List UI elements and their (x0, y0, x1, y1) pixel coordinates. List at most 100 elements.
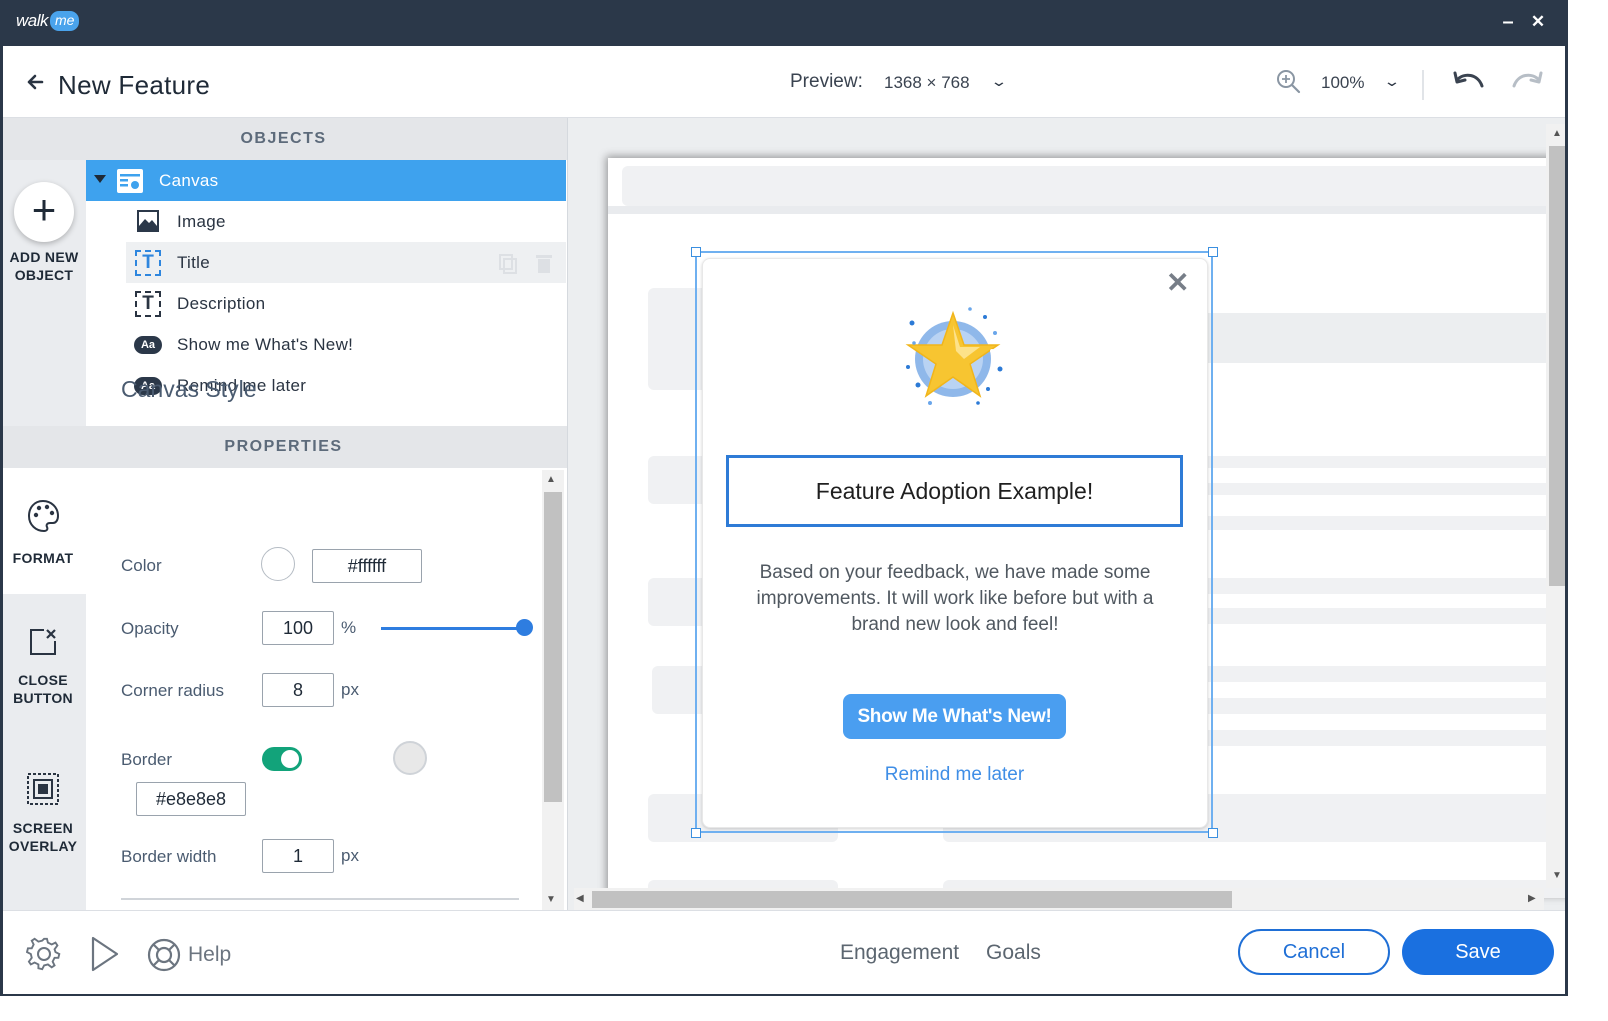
object-item-description[interactable]: T Description (86, 283, 566, 324)
mock-line (1168, 698, 1588, 714)
scroll-right-arrow-icon[interactable]: ▶ (1528, 893, 1536, 904)
window-border (0, 46, 3, 996)
objects-heading: OBJECTS (0, 118, 567, 160)
opacity-unit: % (341, 618, 357, 637)
object-item-title[interactable]: T Title (126, 242, 566, 283)
tab-overlay-line2: OVERLAY (8, 838, 78, 854)
image-icon (137, 210, 159, 232)
border-width-unit: px (341, 846, 359, 865)
logo-text-walk: walk (16, 11, 49, 30)
border-width-input[interactable]: 1 (262, 839, 334, 873)
minimize-button[interactable]: – (1497, 10, 1519, 34)
outside-area (0, 996, 1608, 1021)
object-item-canvas[interactable]: Canvas (86, 160, 566, 201)
play-preview-icon[interactable] (90, 936, 120, 972)
zoom-chevron-down-icon[interactable]: ⌄ (1383, 73, 1401, 90)
left-panel: OBJECTS + ADD NEW OBJECT Canvas Image T … (0, 118, 568, 910)
object-item-image[interactable]: Image (86, 201, 566, 242)
screen-overlay-icon (27, 773, 59, 805)
cancel-button[interactable]: Cancel (1238, 929, 1390, 975)
preview-horizontal-thumb[interactable] (592, 891, 1232, 908)
scroll-down-arrow-icon[interactable]: ▼ (546, 894, 556, 905)
opacity-slider-track[interactable] (381, 627, 525, 630)
mock-line (1168, 578, 1588, 594)
zoom-in-icon[interactable] (1275, 68, 1301, 94)
trash-icon[interactable] (534, 252, 554, 274)
preview-resolution-select[interactable]: 1368 × 768 (884, 73, 970, 93)
outside-area (1568, 0, 1608, 1021)
zoom-select[interactable]: 100% (1321, 73, 1364, 93)
add-new-object-button[interactable]: + (14, 182, 74, 242)
color-label: Color (121, 556, 162, 575)
collapse-triangle-icon[interactable] (94, 175, 106, 183)
resize-handle[interactable] (691, 828, 701, 838)
help-lifebuoy-icon[interactable] (146, 937, 182, 973)
preview-label: Preview: (790, 71, 863, 92)
border-width-label: Border width (121, 847, 217, 866)
tab-close-button[interactable]: CLOSE BUTTON (0, 618, 86, 738)
corner-radius-label: Corner radius (121, 681, 224, 700)
add-new-object-label: ADD NEW OBJECT (2, 248, 86, 284)
border-color-swatch[interactable] (393, 741, 427, 775)
color-hex-input[interactable]: #ffffff (312, 549, 422, 583)
chevron-down-icon[interactable]: ⌄ (990, 73, 1008, 90)
add-label-line2: OBJECT (14, 267, 74, 283)
show-whats-new-button[interactable]: Show Me What's New! (843, 694, 1066, 739)
object-label: Show me What's New! (177, 335, 354, 354)
object-label: Title (177, 253, 210, 272)
object-label: Description (177, 294, 266, 313)
resize-handle[interactable] (1208, 828, 1218, 838)
toggle-knob (281, 750, 299, 768)
resize-handle[interactable] (1208, 247, 1218, 257)
object-item-show-me-button[interactable]: Aa Show me What's New! (86, 324, 566, 365)
scroll-left-arrow-icon[interactable]: ◀ (576, 893, 584, 904)
walkme-logo: walk me (16, 11, 80, 31)
palette-icon (27, 499, 60, 533)
scroll-down-arrow-icon[interactable]: ▼ (1552, 870, 1562, 881)
star-illustration (905, 307, 1003, 405)
opacity-slider-thumb[interactable] (516, 619, 533, 636)
corner-radius-unit: px (341, 680, 359, 699)
border-toggle[interactable] (262, 747, 302, 771)
mock-strip (608, 206, 1588, 214)
window-close-button[interactable]: ✕ (1527, 10, 1549, 34)
preview-horizontal-scrollbar[interactable]: ◀ ▶ (574, 888, 1544, 910)
back-arrow-icon[interactable] (26, 72, 44, 96)
properties-scrollbar-thumb[interactable] (544, 492, 562, 802)
popup-title[interactable]: Feature Adoption Example! (726, 455, 1183, 527)
canvas-icon (117, 169, 143, 193)
object-label: Canvas (159, 171, 219, 190)
redo-icon[interactable] (1510, 70, 1544, 96)
remind-me-later-link[interactable]: Remind me later (843, 764, 1066, 786)
mock-header-bar (622, 166, 1582, 206)
save-button[interactable]: Save (1402, 929, 1554, 975)
mock-block (1168, 313, 1588, 363)
undo-icon[interactable] (1452, 70, 1486, 96)
mock-line (1168, 666, 1588, 682)
tab-format[interactable]: FORMAT (0, 468, 86, 594)
settings-gear-icon[interactable] (26, 936, 62, 972)
border-color-hex-input[interactable]: #e8e8e8 (136, 782, 246, 816)
mock-line (1168, 516, 1588, 530)
canvas-style-heading: Canvas Style (121, 376, 257, 402)
engagement-link[interactable]: Engagement (840, 941, 959, 965)
bottom-bar: Help Engagement Goals Cancel Save (0, 910, 1608, 996)
popup-close-icon[interactable]: ✕ (1166, 266, 1189, 299)
opacity-input[interactable]: 100 (262, 611, 334, 645)
duplicate-icon[interactable] (498, 253, 518, 275)
scroll-up-arrow-icon[interactable]: ▲ (546, 474, 556, 485)
text-object-icon: T (135, 250, 161, 276)
resize-handle[interactable] (691, 247, 701, 257)
add-label-line1: ADD NEW (9, 249, 79, 265)
popup-description[interactable]: Based on your feedback, we have made som… (740, 560, 1170, 638)
color-swatch[interactable] (261, 547, 295, 581)
tab-format-label: FORMAT (12, 550, 74, 566)
preview-vertical-thumb[interactable] (1549, 146, 1566, 586)
scroll-up-arrow-icon[interactable]: ▲ (1552, 128, 1562, 139)
corner-radius-input[interactable]: 8 (262, 673, 334, 707)
tab-screen-overlay[interactable]: SCREEN OVERLAY (0, 764, 86, 884)
close-button-icon (30, 629, 56, 655)
goals-link[interactable]: Goals (986, 941, 1041, 965)
help-link[interactable]: Help (188, 943, 231, 967)
logo-text-me: me (50, 11, 80, 31)
